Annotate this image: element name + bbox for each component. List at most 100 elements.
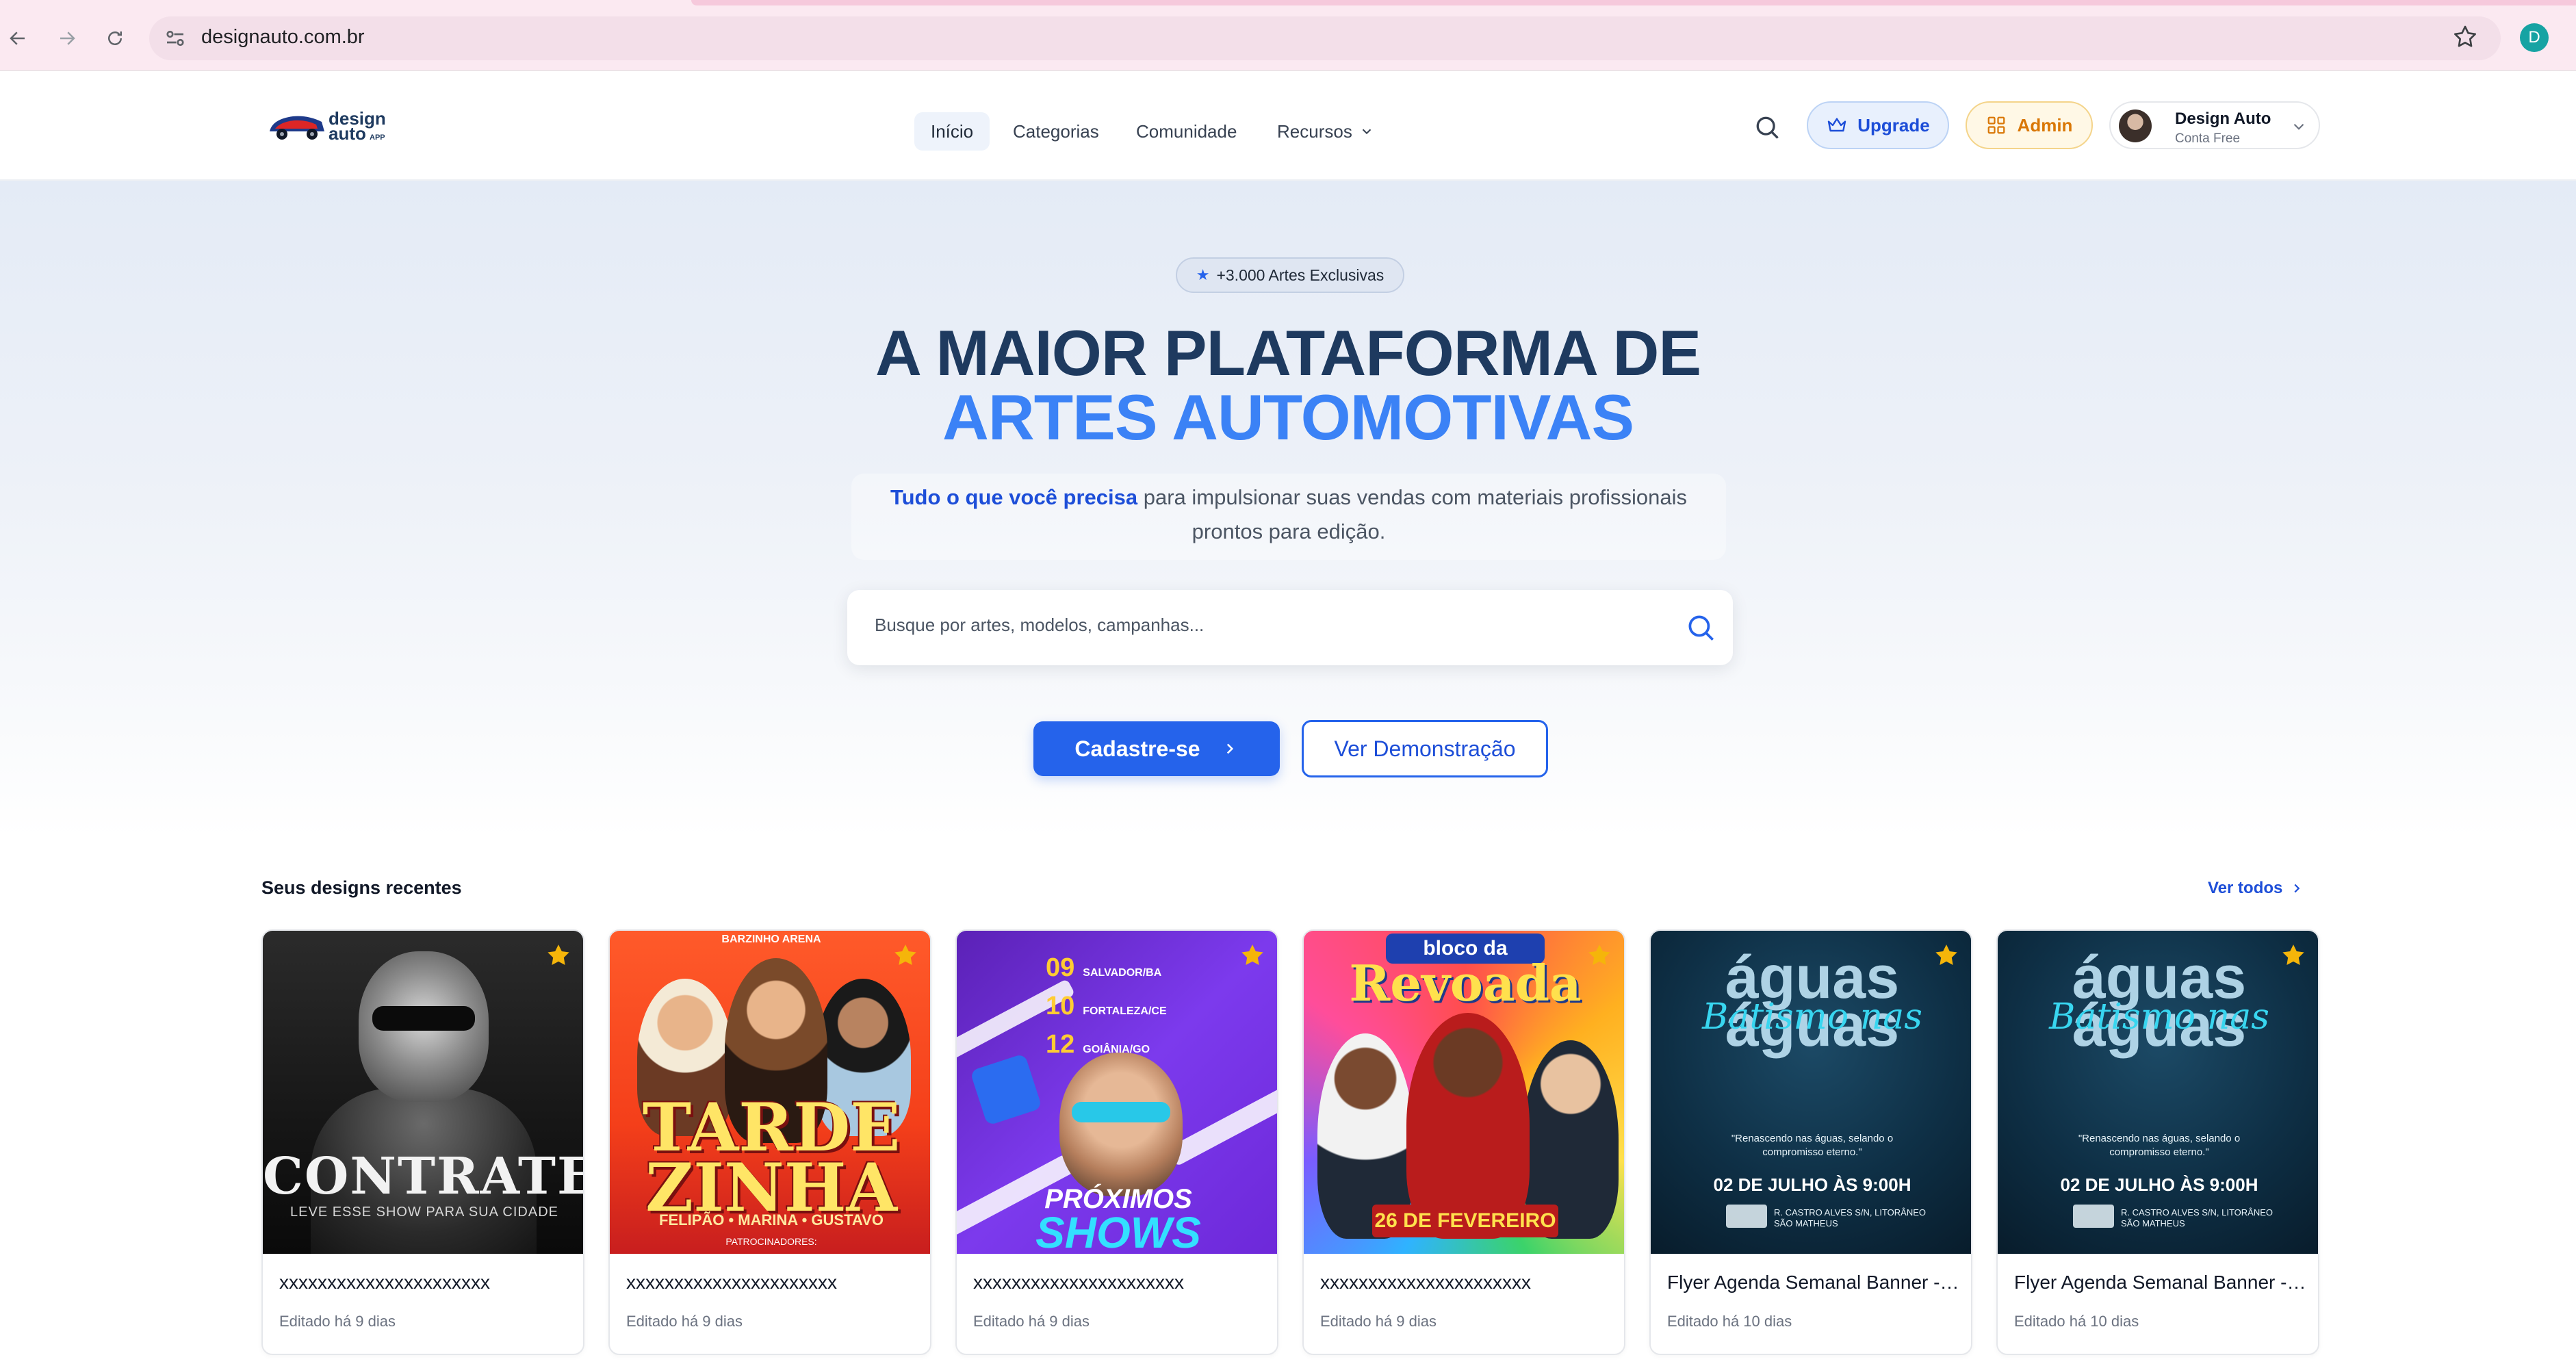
nav-inicio[interactable]: Início (914, 112, 990, 151)
design-thumbnail[interactable]: BARZINHO ARENA TARDE ZINHA FELIPÃO • MAR… (610, 931, 930, 1254)
hero-title-line1: A MAIOR PLATAFORMA DE (875, 317, 1701, 389)
chevron-down-icon (1362, 129, 1371, 135)
card-title: Flyer Agenda Semanal Banner - Dia Nacion… (2014, 1272, 2308, 1293)
search-placeholder: Busque por artes, modelos, campanhas... (875, 615, 1205, 635)
art-quote: "Renascendo nas águas, selando o comprom… (2078, 1133, 2241, 1158)
exclusive-arts-badge: ★ +3.000 Artes Exclusivas (1176, 257, 1404, 293)
svg-text:auto: auto (329, 123, 366, 144)
art-quote: "Renascendo nas águas, selando o comprom… (1731, 1133, 1894, 1158)
upgrade-label: Upgrade (1857, 114, 1930, 136)
avatar (2119, 110, 2152, 142)
nav-recursos[interactable]: Recursos (1261, 112, 1391, 151)
design-card[interactable]: 09 SALVADOR/BA 10 FORTALEZA/CE 12 GOIÂNIA/G… (955, 929, 1278, 1355)
card-edited: Editado há 10 dias (1667, 1313, 1792, 1330)
card-edited: Editado há 9 dias (973, 1313, 1090, 1330)
favorite-star-icon[interactable] (1933, 942, 1960, 969)
art-date-city: SALVADOR/BA (1083, 967, 1162, 979)
art-date-day: 12 (1046, 1030, 1075, 1059)
design-thumbnail[interactable]: 09 SALVADOR/BA 10 FORTALEZA/CE 12 GOIÂNIA/G… (957, 931, 1277, 1254)
nav-comunidade[interactable]: Comunidade (1120, 112, 1253, 151)
upgrade-button[interactable]: Upgrade (1807, 101, 1949, 149)
design-thumbnail[interactable]: águas águas Batismo nas "Renascendo nas … (1651, 931, 1971, 1254)
star-icon: ★ (1196, 266, 1210, 283)
card-title: Flyer Agenda Semanal Banner - Dia Nacion… (1667, 1272, 1961, 1293)
favorite-star-icon[interactable] (545, 942, 572, 969)
card-edited: Editado há 9 dias (279, 1313, 396, 1330)
art-logo (2073, 1205, 2114, 1228)
subtitle-line2: prontos para edição. (1192, 519, 1386, 543)
art-subline: 02 DE JULHO ÀS 9:00H (1713, 1174, 1911, 1195)
design-thumbnail[interactable]: bloco da Revoada 26 DE FEVEREIRO (1304, 931, 1624, 1254)
chevron-down-icon (2293, 123, 2304, 130)
account-name: Design Auto (2175, 110, 2271, 128)
art-logo (1726, 1205, 1767, 1228)
signup-label: Cadastre-se (1074, 736, 1200, 761)
design-thumbnail[interactable]: águas águas Batismo nas "Renascendo nas … (1998, 931, 2318, 1254)
search-icon[interactable] (1684, 610, 1718, 645)
hero-subtitle: Tudo o que você precisa para impulsionar… (851, 474, 1726, 560)
art-subline: LEVE ESSE SHOW PARA SUA CIDADE (290, 1205, 558, 1220)
subtitle-text: para impulsionar suas vendas com materia… (1137, 485, 1688, 509)
card-edited: Editado há 9 dias (1320, 1313, 1437, 1330)
design-thumbnail[interactable]: CONTRATE LEVE ESSE SHOW PARA SUA CIDADE (263, 931, 584, 1254)
design-card[interactable]: CONTRATE LEVE ESSE SHOW PARA SUA CIDADE … (261, 929, 584, 1355)
art-script-text: Batismo nas (1702, 996, 1922, 1038)
signup-button[interactable]: Cadastre-se (1033, 721, 1280, 776)
art-brush-stroke (1167, 1071, 1277, 1167)
card-title: xxxxxxxxxxxxxxxxxxxxxx (279, 1272, 490, 1293)
art-headline: Revoada (1349, 954, 1582, 1012)
design-card[interactable]: águas águas Batismo nas "Renascendo nas … (1649, 929, 1972, 1355)
design-auto-logo[interactable]: design auto APP (266, 101, 396, 149)
admin-button[interactable]: Admin (1966, 101, 2093, 149)
art-subline: 02 DE JULHO ÀS 9:00H (2060, 1174, 2258, 1195)
badge-text: +3.000 Artes Exclusivas (1216, 266, 1384, 284)
favorite-star-icon[interactable] (1586, 942, 1613, 969)
dashboard-grid-icon (1987, 116, 2005, 134)
bookmark-star-icon[interactable] (2451, 23, 2479, 51)
account-plan: Conta Free (2175, 131, 2241, 146)
art-sunglasses (1072, 1102, 1170, 1122)
favorite-star-icon[interactable] (2280, 942, 2307, 969)
art-address: R. CASTRO ALVES S/N, LITORÂNEO SÃO MATHE… (1774, 1207, 1927, 1228)
art-subline: FELIPÃO • MARINA • GUSTAVO (659, 1211, 884, 1228)
admin-label: Admin (2017, 114, 2073, 136)
browser-profile-avatar[interactable]: D (2520, 23, 2549, 52)
art-date-list: 09 SALVADOR/BA 10 FORTALEZA/CE 12 GOIÂNIA/G… (1046, 951, 1167, 1066)
art-topline: BARZINHO ARENA (721, 934, 821, 945)
hero-title-line2: ARTES AUTOMOTIVAS (942, 381, 1634, 453)
subtitle-highlight: Tudo o que você precisa (890, 485, 1138, 509)
view-all-link[interactable]: Ver todos (2208, 879, 2304, 898)
favorite-star-icon[interactable] (892, 942, 919, 969)
art-address: R. CASTRO ALVES S/N, LITORÂNEO SÃO MATHE… (2121, 1207, 2274, 1228)
header-search-icon[interactable] (1752, 112, 1782, 142)
card-title: xxxxxxxxxxxxxxxxxxxxxx (1320, 1272, 1531, 1293)
art-date-city: FORTALEZA/CE (1083, 1005, 1167, 1017)
hero-search-input[interactable]: Busque por artes, modelos, campanhas... (847, 590, 1733, 665)
art-subline: SHOWS (1035, 1208, 1201, 1254)
crown-icon (1828, 118, 1846, 132)
art-subline: 26 DE FEVEREIRO (1372, 1205, 1558, 1237)
account-menu[interactable]: Design Auto Conta Free (2109, 101, 2320, 149)
view-all-label: Ver todos (2208, 879, 2283, 897)
design-card[interactable]: águas águas Batismo nas "Renascendo nas … (1996, 929, 2319, 1355)
site-settings-icon[interactable] (163, 26, 188, 51)
card-title: xxxxxxxxxxxxxxxxxxxxxx (626, 1272, 837, 1293)
back-icon[interactable] (4, 25, 31, 52)
design-card[interactable]: BARZINHO ARENA TARDE ZINHA FELIPÃO • MAR… (608, 929, 931, 1355)
chevron-right-icon (1226, 743, 1233, 754)
art-headline: TARDE ZINHA (642, 1089, 901, 1226)
recent-designs-title: Seus designs recentes (261, 877, 462, 898)
card-edited: Editado há 9 dias (626, 1313, 743, 1330)
reload-icon[interactable] (101, 25, 129, 52)
art-script-text: Batismo nas (2049, 996, 2269, 1038)
nav-categorias[interactable]: Categorias (996, 112, 1116, 151)
forward-icon[interactable] (53, 25, 81, 52)
art-date-day: 09 (1046, 953, 1075, 982)
design-card[interactable]: bloco da Revoada 26 DE FEVEREIRO xxxxxxx… (1302, 929, 1625, 1355)
address-bar[interactable] (149, 16, 2501, 60)
demo-button[interactable]: Ver Demonstração (1302, 720, 1548, 777)
url-text[interactable]: designauto.com.br (201, 26, 365, 49)
svg-text:APP: APP (370, 133, 385, 142)
art-headline: CONTRATE (263, 1147, 584, 1206)
favorite-star-icon[interactable] (1239, 942, 1266, 969)
